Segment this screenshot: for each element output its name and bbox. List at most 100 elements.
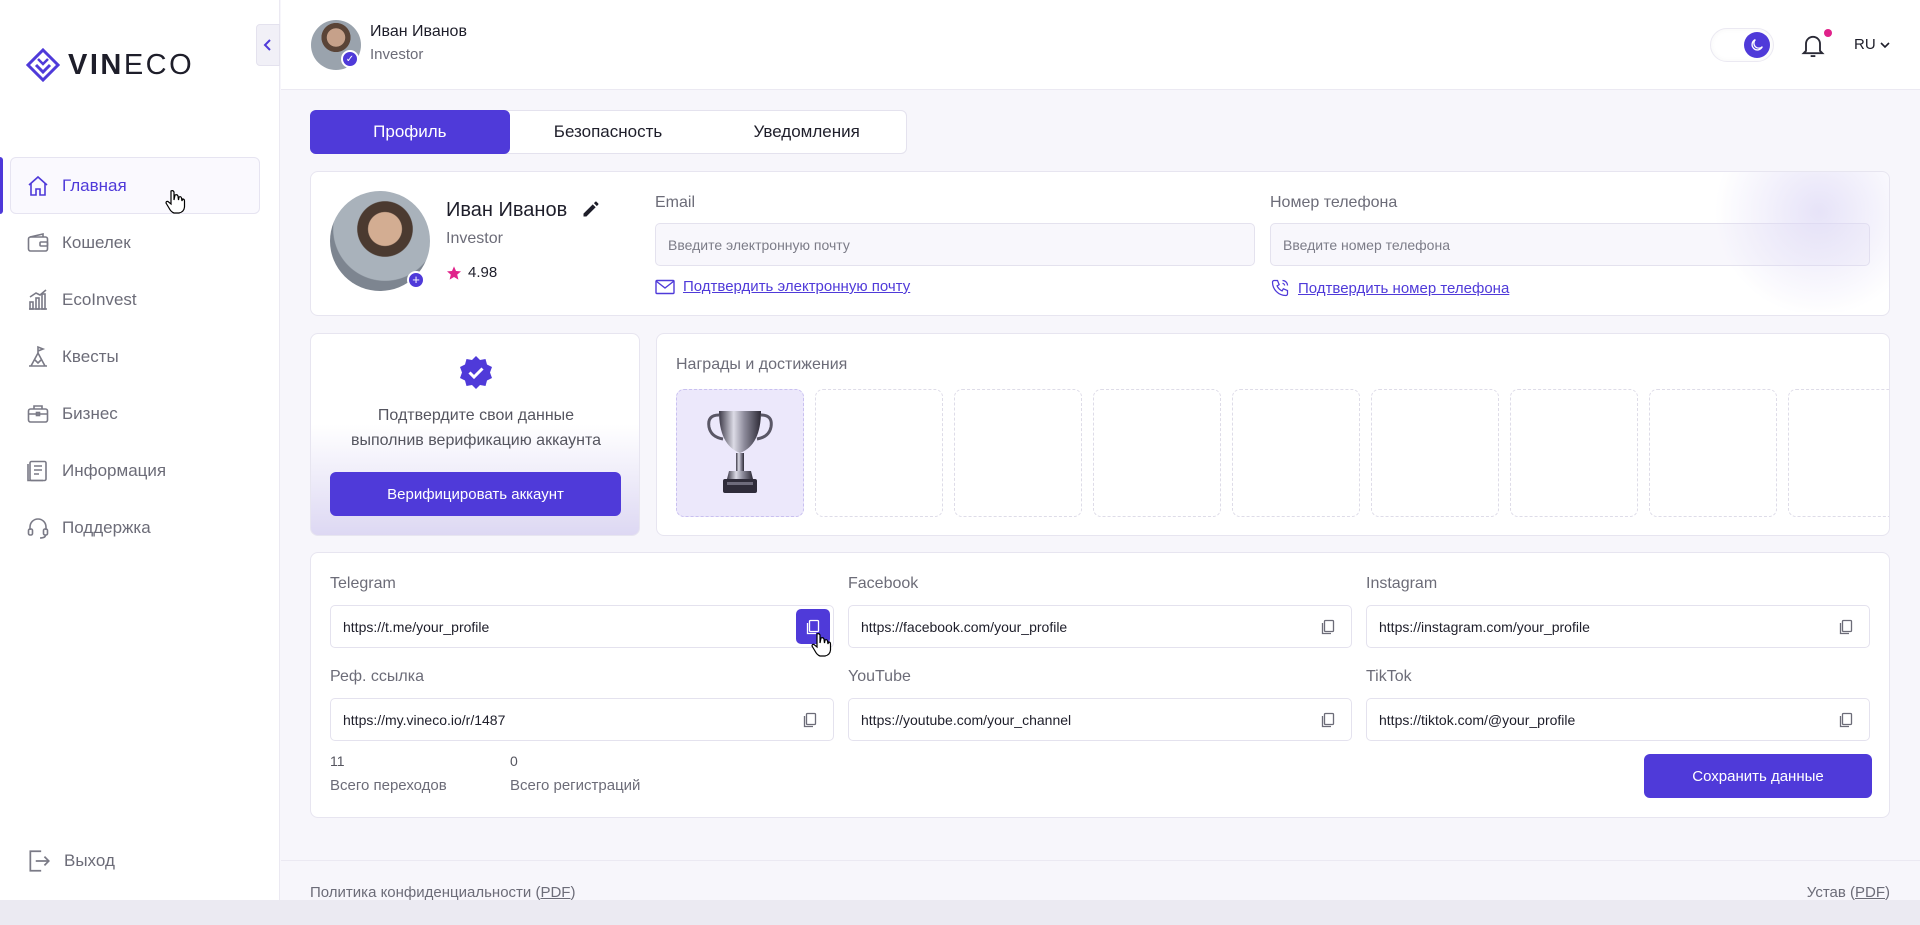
copy-icon — [1839, 712, 1853, 728]
logo[interactable]: VINECO — [26, 48, 194, 82]
telegram-field[interactable]: https://t.me/your_profile — [330, 605, 834, 648]
bottom-strip — [0, 900, 1920, 925]
theme-toggle[interactable] — [1710, 28, 1774, 62]
youtube-field[interactable]: https://youtube.com/your_channel — [848, 698, 1352, 741]
add-photo-icon[interactable]: + — [407, 271, 425, 289]
registrations-count: 0 — [510, 753, 518, 769]
tab-profile[interactable]: Профиль — [310, 110, 510, 154]
ref-link-field[interactable]: https://my.vineco.io/r/1487 — [330, 698, 834, 741]
award-slot-empty — [1232, 389, 1360, 517]
copy-youtube-button[interactable] — [1313, 705, 1343, 735]
copy-icon — [1321, 712, 1335, 728]
profile-card: + Иван Иванов Investor 4.98 Email Подтве… — [310, 171, 1890, 316]
charter-link[interactable]: Устав (PDF) — [1807, 884, 1890, 901]
header-user-role: Investor — [370, 46, 424, 63]
registrations-label: Всего регистраций — [510, 777, 641, 794]
award-slot-empty — [1649, 389, 1777, 517]
verify-account-button[interactable]: Верифицировать аккаунт — [330, 472, 621, 516]
email-field[interactable] — [655, 223, 1255, 266]
wallet-icon — [27, 232, 49, 252]
award-slot-empty — [1093, 389, 1221, 517]
chart-icon — [29, 288, 47, 310]
award-slot-empty — [815, 389, 943, 517]
privacy-policy-link[interactable]: Политика конфиденциальности (PDF) — [310, 884, 575, 901]
tab-notifications[interactable]: Уведомления — [707, 111, 906, 153]
sidebar-item-home[interactable]: Главная — [0, 157, 280, 214]
instagram-label: Instagram — [1366, 575, 1438, 592]
verified-badge-icon — [460, 356, 492, 389]
logo-text: VINECO — [68, 48, 195, 81]
sidebar-item-support[interactable]: Поддержка — [0, 499, 280, 556]
paren: ) — [1885, 884, 1890, 901]
facebook-field[interactable]: https://facebook.com/your_profile — [848, 605, 1352, 648]
logout-button[interactable]: Выход — [26, 848, 115, 874]
copy-icon — [1321, 619, 1335, 635]
sidebar-collapse-button[interactable] — [256, 24, 280, 66]
award-slot-trophy[interactable] — [676, 389, 804, 517]
profile-role: Investor — [446, 230, 503, 247]
verify-phone-label: Подтвердить номер телефона — [1298, 279, 1510, 297]
charter-pdf-link[interactable]: PDF — [1855, 884, 1885, 901]
sidebar-item-label: Квесты — [62, 346, 119, 366]
chevron-down-icon — [1880, 41, 1890, 48]
award-slot-empty — [954, 389, 1082, 517]
verification-card: Подтвердите свои данные выполнив верифик… — [310, 333, 640, 536]
verification-text-line: Подтвердите свои данные — [377, 407, 575, 424]
copy-icon — [803, 712, 817, 728]
award-slot-empty — [1371, 389, 1499, 517]
facebook-label: Facebook — [848, 575, 919, 592]
quest-icon — [29, 345, 47, 367]
theme-knob — [1744, 32, 1770, 58]
copy-ref-link-button[interactable] — [795, 705, 825, 735]
ref-link-label: Реф. ссылка — [330, 668, 425, 685]
email-label: Email — [655, 194, 696, 211]
sidebar-item-wallet[interactable]: Кошелек — [0, 214, 280, 271]
sidebar-item-business[interactable]: Бизнес — [0, 385, 280, 442]
tiktok-value: https://tiktok.com/@your_profile — [1379, 712, 1576, 728]
verify-email-link[interactable]: Подтвердить электронную почту — [655, 278, 910, 295]
moon-icon — [1751, 39, 1763, 51]
award-slot-empty — [1510, 389, 1638, 517]
save-data-button[interactable]: Сохранить данные — [1644, 754, 1872, 798]
briefcase-icon — [27, 404, 49, 423]
logout-icon — [29, 850, 50, 872]
copy-tiktok-button[interactable] — [1831, 705, 1861, 735]
profile-name: Иван Иванов — [446, 199, 568, 221]
pointer-cursor-icon — [165, 190, 186, 214]
verify-phone-link[interactable]: Подтвердить номер телефона — [1270, 278, 1509, 298]
copy-instagram-button[interactable] — [1831, 612, 1861, 642]
sidebar-item-label: EcoInvest — [62, 289, 137, 309]
top-header: ✓ Иван Иванов Investor RU — [281, 0, 1920, 90]
awards-card: Награды и достижения — [656, 333, 1890, 536]
sidebar-item-label: Бизнес — [62, 403, 118, 423]
visits-count: 11 — [330, 753, 345, 769]
privacy-label: Политика конфиденциальности ( — [310, 884, 541, 901]
instagram-field[interactable]: https://instagram.com/your_profile — [1366, 605, 1870, 648]
youtube-label: YouTube — [848, 668, 911, 685]
privacy-pdf-link[interactable]: PDF — [540, 884, 570, 901]
pencil-icon[interactable] — [581, 199, 601, 219]
chevron-left-icon — [263, 39, 271, 51]
tiktok-field[interactable]: https://tiktok.com/@your_profile — [1366, 698, 1870, 741]
telegram-value: https://t.me/your_profile — [343, 619, 490, 635]
language-select[interactable]: RU — [1854, 36, 1890, 53]
awards-title: Награды и достижения — [676, 356, 848, 373]
social-links-card: Telegram https://t.me/your_profile Faceb… — [310, 552, 1890, 818]
sidebar-item-label: Поддержка — [62, 517, 151, 537]
logout-label: Выход — [64, 851, 115, 870]
tab-security[interactable]: Безопасность — [509, 111, 708, 153]
envelope-icon — [655, 279, 675, 294]
verification-text-line: выполнив верификацию аккаунта — [350, 432, 602, 449]
pointer-cursor-icon — [811, 633, 832, 657]
sidebar-item-ecoinvest[interactable]: EcoInvest — [0, 271, 280, 328]
bell-icon[interactable] — [1799, 31, 1827, 59]
facebook-value: https://facebook.com/your_profile — [861, 619, 1068, 635]
phone-field[interactable] — [1270, 223, 1870, 266]
phone-icon — [1271, 279, 1289, 297]
home-icon — [28, 175, 48, 196]
sidebar-item-quests[interactable]: Квесты — [0, 328, 280, 385]
sidebar-item-information[interactable]: Информация — [0, 442, 280, 499]
phone-label: Номер телефона — [1270, 194, 1398, 211]
copy-facebook-button[interactable] — [1313, 612, 1343, 642]
sidebar-item-label: Информация — [62, 460, 167, 480]
